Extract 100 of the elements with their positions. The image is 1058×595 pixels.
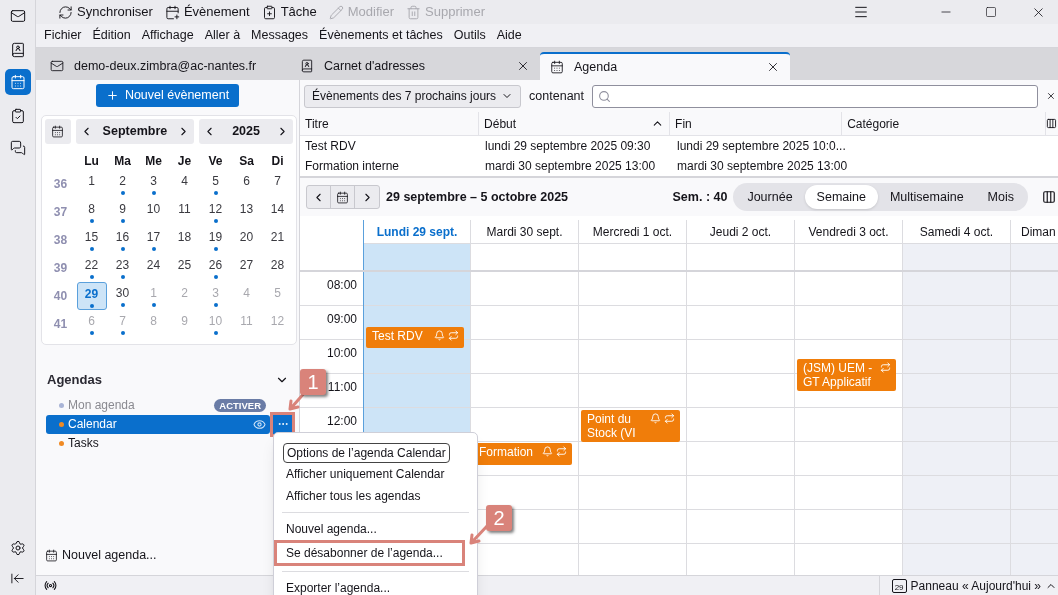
week-number: 41 [53, 316, 68, 333]
close-icon[interactable] [766, 60, 780, 74]
day-cell[interactable]: 23 [107, 254, 138, 282]
day-cell[interactable]: 28 [262, 254, 293, 282]
menu-item[interactable]: Affichage [141, 26, 194, 45]
search-field[interactable] [592, 84, 1039, 108]
day-cell[interactable]: 13 [231, 198, 262, 226]
calendar-list-item[interactable]: Mon agenda ACTIVER [46, 395, 270, 415]
menu-item[interactable]: Aide [496, 26, 522, 45]
day-cell[interactable]: 12 [200, 198, 231, 226]
day-cell[interactable]: 14 [262, 198, 293, 226]
day-cell[interactable]: 1 [76, 170, 107, 198]
day-cell[interactable]: 2 [107, 170, 138, 198]
week-number: 36 [53, 176, 68, 193]
table-cell-text: lundi 29 septembre 2025 09:30 [484, 138, 652, 155]
menu-item[interactable]: Messages [251, 26, 309, 45]
tab[interactable]: demo-deux.zimbra@ac-nantes.fr [40, 52, 290, 80]
day-cell[interactable]: 29 [76, 282, 107, 310]
activate-badge[interactable]: ACTIVER [214, 398, 266, 412]
day-cell[interactable]: 27 [231, 254, 262, 282]
menu-item[interactable]: Édition [92, 26, 131, 45]
mail-icon [50, 59, 64, 73]
day-cell[interactable]: 7 [262, 170, 293, 198]
week-number: 40 [53, 288, 68, 305]
day-cell[interactable]: 4 [169, 170, 200, 198]
address-book-icon [300, 59, 314, 73]
today-pane-toggle[interactable]: Panneau « Aujourd'hui » [910, 576, 1041, 595]
menu-icon[interactable] [853, 4, 869, 20]
day-cell[interactable]: 11 [169, 198, 200, 226]
hour-label: 08:00 [326, 277, 357, 294]
day-cell[interactable]: 30 [107, 282, 138, 310]
day-cell[interactable]: 17 [138, 226, 169, 254]
view-tab[interactable]: Multisemaine [877, 185, 976, 209]
calendar-list-item[interactable]: Tasks [46, 433, 270, 453]
eye-icon[interactable] [253, 417, 266, 431]
new-event-button[interactable]: Nouvel évènement [95, 84, 240, 107]
tab[interactable]: Agenda [540, 52, 790, 80]
filter-label: contenant [529, 87, 585, 105]
hour-label: 12:00 [326, 413, 357, 430]
menu-item[interactable]: Afficher tous les agendas [274, 485, 477, 507]
column-header[interactable]: Catégorie [842, 112, 1047, 136]
day-cell[interactable]: 18 [169, 226, 200, 254]
day-cell[interactable]: 9 [107, 198, 138, 226]
day-cell[interactable]: 22 [76, 254, 107, 282]
menu-item[interactable]: Se désabonner de l’agenda... [274, 540, 465, 566]
view-tab[interactable]: Journée [735, 185, 805, 209]
menu-item[interactable]: Fichier [44, 26, 82, 45]
toolbar-button[interactable]: Synchroniser [58, 2, 153, 22]
menu-item[interactable]: Aller à [204, 26, 241, 45]
range-dropdown[interactable]: Évènements des 7 prochains jours [304, 84, 522, 108]
day-cell[interactable]: 6 [231, 170, 262, 198]
day-cell[interactable]: 5 [200, 170, 231, 198]
toolbar-button[interactable]: Évènement [164, 2, 250, 22]
toolbar-button[interactable]: Tâche [261, 2, 317, 22]
day-column-header: Mardi 30 sept. [471, 220, 579, 270]
day-cell[interactable]: 8 [76, 198, 107, 226]
menu-item[interactable]: Nouvel agenda... [274, 518, 477, 540]
day-cell[interactable]: 20 [231, 226, 262, 254]
close-icon[interactable] [516, 59, 530, 73]
menu-item[interactable]: Afficher uniquement Calendar [274, 463, 477, 485]
hour-label: 10:00 [326, 345, 357, 362]
calendar-button[interactable] [45, 119, 71, 144]
new-calendar-button[interactable]: Nouvel agenda... [45, 546, 157, 565]
day-cell[interactable]: 25 [169, 254, 200, 282]
clipboard-plus-icon [261, 4, 277, 20]
sync-icon [58, 4, 73, 20]
view-tab[interactable]: Semaine [804, 185, 878, 209]
view-tab[interactable]: Mois [975, 185, 1026, 209]
day-cell[interactable]: 19 [200, 226, 231, 254]
day-cell[interactable]: 21 [262, 226, 293, 254]
column-header[interactable]: Titre [300, 112, 480, 136]
day-cell[interactable]: 16 [107, 226, 138, 254]
table-cell-text: lundi 29 septembre 2025 10:0... [676, 138, 845, 155]
menu-item[interactable]: Évènements et tâches [319, 26, 443, 45]
column-header[interactable]: Fin [670, 112, 843, 136]
layout-icon[interactable] [1042, 190, 1056, 204]
tab-label: demo-deux.zimbra@ac-nantes.fr [74, 57, 257, 75]
date-range: 29 septembre – 5 octobre 2025 [386, 188, 569, 206]
day-column-header: Samedi 4 oct. [903, 220, 1011, 270]
tab[interactable]: Carnet d'adresses [290, 52, 540, 80]
clear-icon[interactable] [1046, 91, 1056, 101]
calendar-day-icon[interactable]: 29 [891, 578, 907, 593]
pencil-icon [328, 4, 344, 20]
plus-icon [105, 89, 119, 102]
column-header[interactable]: Début [479, 112, 671, 136]
connection-icon[interactable] [44, 579, 57, 592]
column-picker-icon[interactable] [1046, 118, 1057, 129]
trash-icon [406, 4, 422, 20]
day-cell[interactable]: 15 [76, 226, 107, 254]
menu-item[interactable]: Exporter l’agenda... [274, 577, 477, 595]
day-cell[interactable]: 24 [138, 254, 169, 282]
calendar-icon[interactable] [4, 69, 31, 95]
day-cell[interactable]: 26 [200, 254, 231, 282]
day-cell[interactable]: 10 [138, 198, 169, 226]
calendar-icon [550, 60, 564, 74]
day-cell[interactable]: 3 [138, 170, 169, 198]
menu-item[interactable]: Outils [453, 26, 486, 45]
day-column-header: Vendredi 3 oct. [795, 220, 903, 270]
maximize-icon[interactable] [985, 6, 997, 18]
calendar-list-item[interactable]: Calendar [46, 414, 270, 434]
